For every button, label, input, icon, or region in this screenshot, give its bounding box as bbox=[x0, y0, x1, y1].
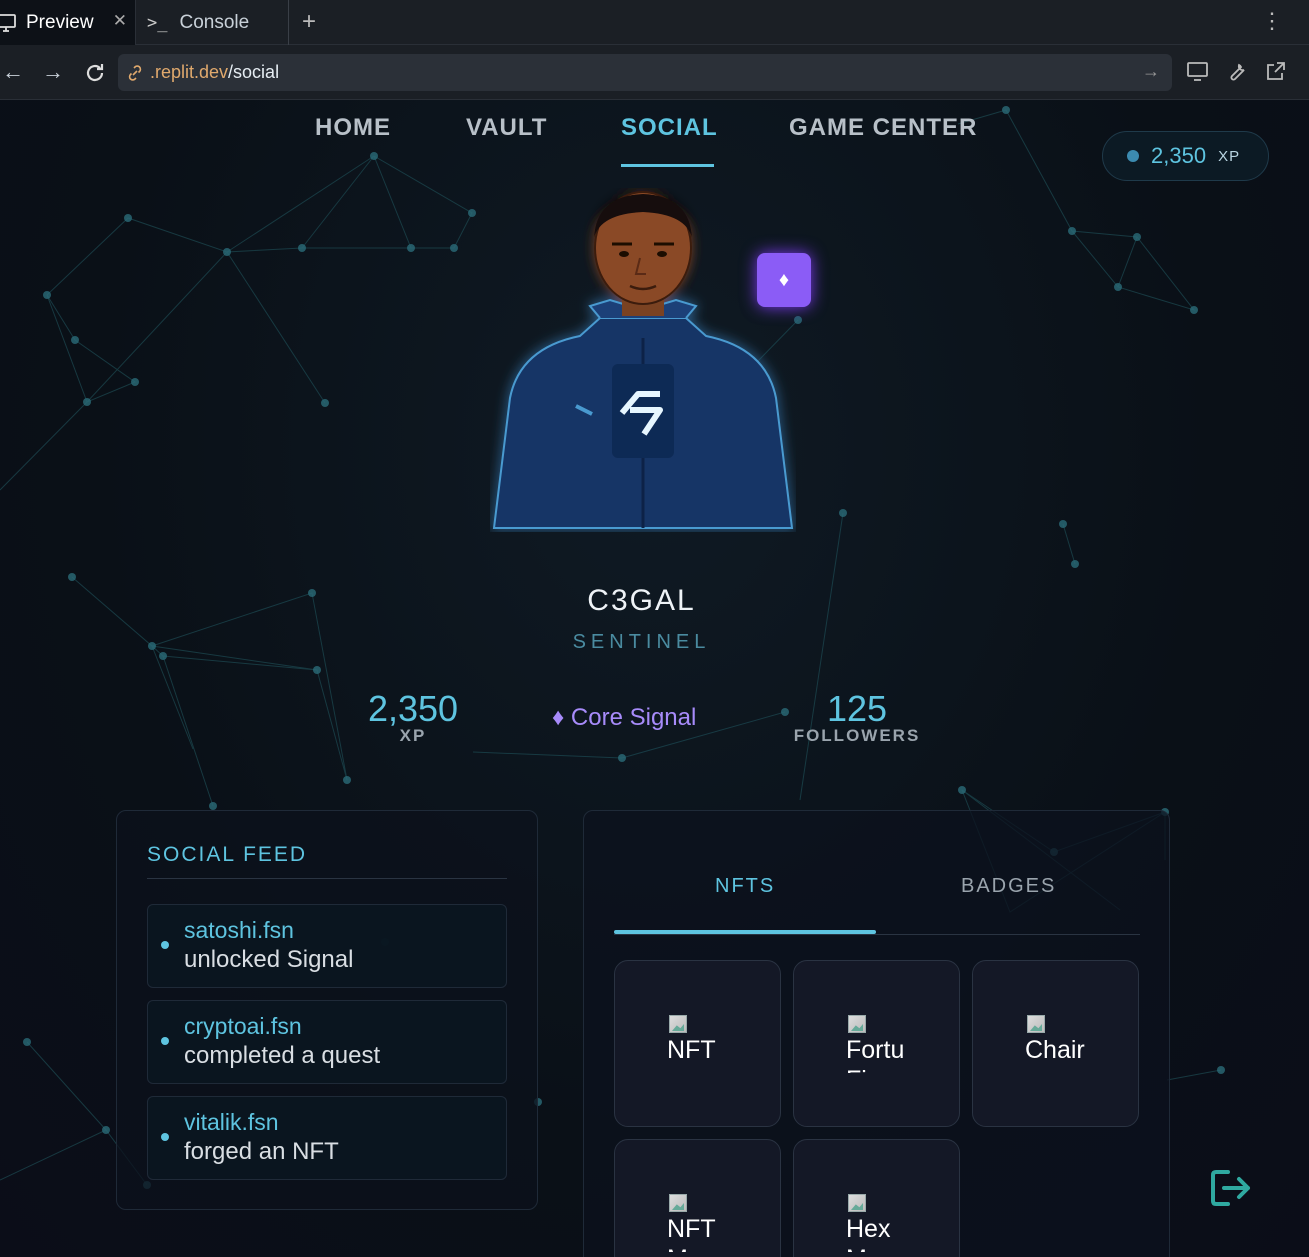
image-placeholder-icon bbox=[1025, 1013, 1047, 1035]
forward-arrow-icon[interactable]: → bbox=[42, 59, 64, 85]
nft-alt-text-2: M bbox=[667, 1244, 747, 1252]
url-path: /social bbox=[228, 62, 280, 82]
more-vertical-icon[interactable]: ⋮ bbox=[1261, 8, 1283, 34]
feed-action: forged an NFT bbox=[184, 1138, 339, 1165]
xp-pill-unit: XP bbox=[1218, 147, 1241, 165]
stat-followers[interactable]: 125 FOLLOWERS bbox=[790, 688, 924, 746]
terminal-icon: >_ bbox=[147, 12, 168, 33]
image-placeholder-icon bbox=[846, 1013, 868, 1035]
bullet-dot-icon bbox=[161, 1133, 169, 1141]
nft-alt-text-2: — bbox=[667, 1065, 747, 1073]
nav-home[interactable]: HOME bbox=[315, 114, 391, 142]
stat-followers-label: FOLLOWERS bbox=[793, 726, 921, 745]
diamond-badge-icon: ♦ bbox=[757, 253, 811, 307]
feed-action: completed a quest bbox=[184, 1042, 381, 1069]
nft-alt-text: Hex bbox=[846, 1215, 891, 1243]
avatar bbox=[492, 191, 794, 529]
stat-xp-value: 2,350 bbox=[367, 688, 459, 729]
nav-social[interactable]: SOCIAL bbox=[621, 114, 718, 142]
feed-divider bbox=[147, 878, 507, 879]
broken-image-icon: NFT — bbox=[667, 1013, 747, 1073]
feed-user[interactable]: satoshi.fsn bbox=[184, 917, 294, 944]
feed-user[interactable]: cryptoai.fsn bbox=[184, 1013, 302, 1040]
collection-panel: NFTS BADGES NFT — Fortu Fi Chair bbox=[583, 810, 1170, 1257]
broken-image-icon: Chair bbox=[1025, 1013, 1105, 1073]
bullet-dot-icon bbox=[161, 1037, 169, 1045]
image-placeholder-icon bbox=[667, 1192, 689, 1214]
url-domain: .replit.dev bbox=[150, 62, 229, 82]
stat-xp: 2,350 XP bbox=[340, 688, 486, 746]
app-page: HOME VAULT SOCIAL GAME CENTER 2,350 XP ♦… bbox=[0, 100, 1309, 1257]
broken-image-icon: Hex M bbox=[846, 1192, 926, 1252]
nft-alt-text: Fortu bbox=[846, 1036, 905, 1064]
tab-badges[interactable]: BADGES bbox=[961, 875, 1056, 898]
profile-rank: SENTINEL bbox=[572, 631, 711, 653]
xp-status-dot bbox=[1127, 150, 1139, 162]
nft-card[interactable]: NFT — bbox=[614, 960, 781, 1127]
nft-card[interactable]: Hex M bbox=[793, 1139, 960, 1257]
list-item[interactable]: satoshi.fsn unlocked Signal bbox=[147, 904, 507, 988]
feed-user[interactable]: vitalik.fsn bbox=[184, 1109, 279, 1136]
browser-tab-bar: Preview ✕ >_ Console + ⋮ bbox=[0, 0, 1309, 45]
image-placeholder-icon bbox=[667, 1013, 689, 1035]
tab-preview[interactable]: Preview ✕ bbox=[0, 0, 136, 45]
monitor-icon bbox=[0, 13, 16, 32]
xp-balance-pill: 2,350 XP bbox=[1102, 131, 1269, 181]
browser-url-bar: ← → .replit.dev/social → bbox=[0, 45, 1309, 100]
list-item[interactable]: cryptoai.fsn completed a quest bbox=[147, 1000, 507, 1084]
address-field[interactable]: .replit.dev/social → bbox=[118, 54, 1172, 91]
feed-action: unlocked Signal bbox=[184, 946, 354, 973]
profile-username: C3GAL bbox=[587, 584, 696, 617]
broken-image-icon: Fortu Fi bbox=[846, 1013, 926, 1073]
nft-alt-text-2: M bbox=[846, 1244, 926, 1252]
tier-label: Core Signal bbox=[570, 704, 697, 731]
tab-console-label: Console bbox=[179, 11, 250, 33]
broken-image-icon: NFT M bbox=[667, 1192, 747, 1252]
logout-icon[interactable] bbox=[1208, 1166, 1254, 1210]
nav-vault[interactable]: VAULT bbox=[466, 114, 547, 142]
back-arrow-icon[interactable]: ← bbox=[2, 59, 24, 85]
tab-active-underline bbox=[614, 930, 876, 934]
stat-followers-value: 125 bbox=[826, 688, 888, 729]
link-icon bbox=[128, 64, 142, 81]
tab-preview-label: Preview bbox=[26, 11, 94, 33]
nav-game-center[interactable]: GAME CENTER bbox=[789, 114, 977, 142]
nft-alt-text: NFT bbox=[667, 1036, 716, 1064]
go-arrow-icon[interactable]: → bbox=[1142, 61, 1160, 82]
devices-icon[interactable] bbox=[1186, 59, 1210, 83]
external-link-icon[interactable] bbox=[1264, 59, 1288, 83]
nft-card[interactable]: NFT M bbox=[614, 1139, 781, 1257]
nav-active-underline bbox=[621, 164, 714, 167]
tab-console[interactable]: >_ Console bbox=[137, 0, 289, 45]
nft-card[interactable]: Fortu Fi bbox=[793, 960, 960, 1127]
list-item[interactable]: vitalik.fsn forged an NFT bbox=[147, 1096, 507, 1180]
nft-alt-text-2: Fi bbox=[846, 1065, 926, 1073]
nft-alt-text: Chair bbox=[1025, 1036, 1085, 1064]
bullet-dot-icon bbox=[161, 941, 169, 949]
tier-core-signal: ♦ Core Signal bbox=[552, 704, 696, 732]
wrench-icon[interactable] bbox=[1225, 59, 1249, 83]
nft-alt-text: NFT bbox=[667, 1215, 716, 1243]
social-feed-title: SOCIAL FEED bbox=[147, 843, 308, 866]
nft-card[interactable]: Chair bbox=[972, 960, 1139, 1127]
close-icon[interactable]: ✕ bbox=[113, 11, 127, 31]
tab-nfts[interactable]: NFTS bbox=[715, 875, 775, 898]
stat-xp-label: XP bbox=[399, 726, 427, 745]
xp-pill-value: 2,350 bbox=[1151, 143, 1207, 168]
tab-divider bbox=[614, 934, 1140, 935]
diamond-icon: ♦ bbox=[552, 704, 565, 731]
image-placeholder-icon bbox=[846, 1192, 868, 1214]
reload-icon[interactable] bbox=[83, 61, 107, 85]
social-feed-panel: SOCIAL FEED satoshi.fsn unlocked Signal … bbox=[116, 810, 538, 1210]
new-tab-plus-icon[interactable]: + bbox=[302, 8, 316, 36]
